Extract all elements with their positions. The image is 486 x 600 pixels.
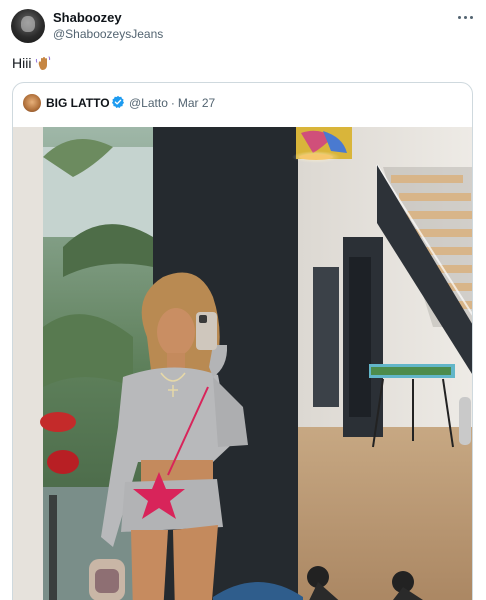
- meta-separator: ·: [170, 96, 175, 110]
- quoted-author-avatar[interactable]: [23, 94, 41, 112]
- tweet-text-content: Hiii: [12, 55, 32, 71]
- quoted-author-display-name[interactable]: BIG LATTO: [46, 96, 110, 110]
- tweet-text: Hiii: [12, 55, 51, 71]
- author-display-name[interactable]: Shaboozey: [53, 10, 122, 25]
- tweet: Shaboozey @ShaboozeysJeans Hiii BIG LATT…: [0, 0, 486, 600]
- quoted-tweet-meta: @Latto · Mar 27: [129, 96, 215, 110]
- waving-hand-icon: [35, 55, 51, 71]
- author-avatar[interactable]: [11, 9, 45, 43]
- mirror-selfie-photo[interactable]: [13, 127, 472, 600]
- author-handle[interactable]: @ShaboozeysJeans: [53, 27, 163, 41]
- quoted-tweet-date[interactable]: Mar 27: [178, 96, 215, 110]
- more-options-icon[interactable]: [455, 10, 475, 24]
- verified-badge-icon: [111, 95, 125, 109]
- quoted-tweet-card[interactable]: BIG LATTO @Latto · Mar 27: [12, 82, 473, 600]
- quoted-author-handle[interactable]: @Latto: [129, 96, 168, 110]
